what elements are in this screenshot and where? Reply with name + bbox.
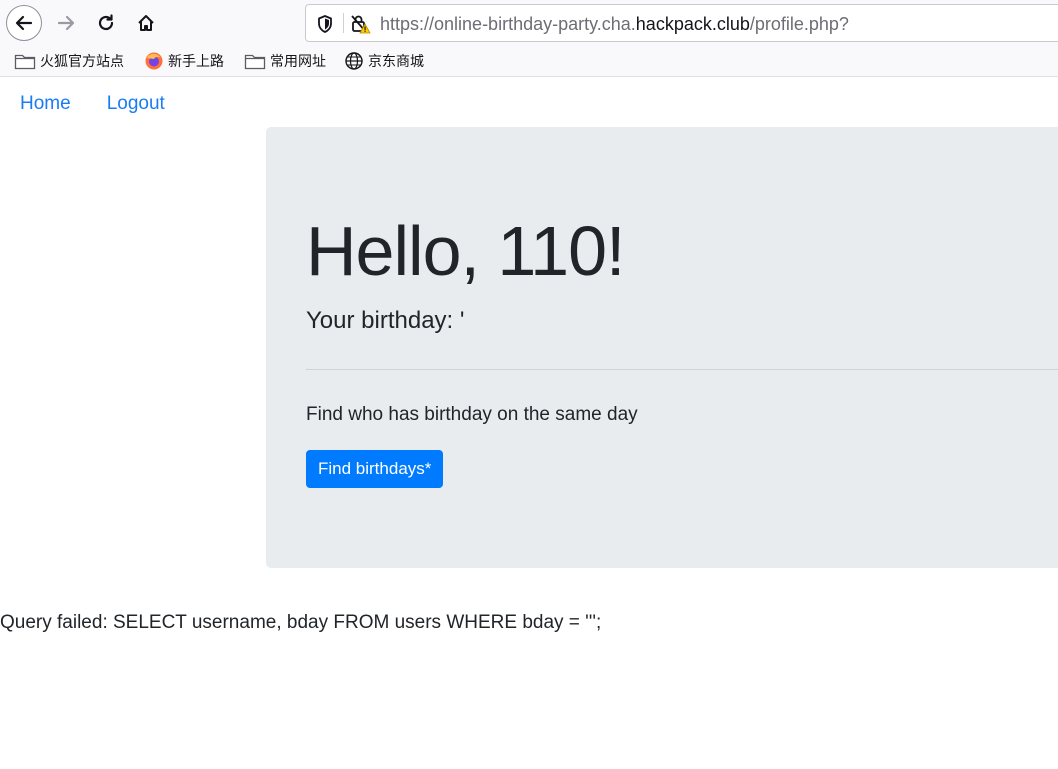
url-prefix: https://online-birthday-party.cha.: [380, 14, 636, 34]
bookmark-jd-mall[interactable]: 京东商城: [344, 51, 424, 71]
bookmark-label: 火狐官方站点: [40, 53, 124, 69]
bookmark-firefox-official[interactable]: 火狐官方站点: [14, 51, 124, 71]
url-suffix: /profile.php?: [749, 14, 849, 34]
back-arrow-icon: [15, 15, 33, 31]
page-content: Home Logout Hello, 110! Your birthday: ' …: [0, 77, 1058, 769]
home-button[interactable]: [128, 5, 164, 41]
top-nav: Home Logout: [20, 93, 201, 115]
url-domain: hackpack.club: [635, 14, 750, 34]
bookmarks-bar: 火狐官方站点 新手上路 常用网址 京东商城: [0, 46, 1058, 77]
firefox-icon: [145, 52, 163, 70]
bookmark-label: 京东商城: [368, 53, 424, 69]
greeting-heading: Hello, 110!: [306, 212, 625, 290]
back-button[interactable]: [6, 5, 42, 41]
bookmark-getting-started[interactable]: 新手上路: [144, 51, 224, 71]
bookmark-label: 新手上路: [168, 53, 224, 69]
divider: [306, 369, 1058, 370]
bookmark-common-sites[interactable]: 常用网址: [244, 51, 326, 71]
forward-arrow-icon: [57, 15, 75, 31]
home-link[interactable]: Home: [20, 93, 71, 114]
find-birthdays-button[interactable]: Find birthdays*: [306, 450, 444, 488]
globe-icon: [345, 52, 363, 70]
url-separator: [343, 13, 344, 33]
profile-jumbotron: Hello, 110! Your birthday: ' Find who ha…: [266, 127, 1058, 568]
insecure-lock-icon[interactable]: [350, 13, 372, 35]
url-text[interactable]: https://online-birthday-party.cha.hackpa…: [380, 14, 849, 35]
folder-icon: [14, 54, 36, 70]
find-description: Find who has birthday on the same day: [306, 404, 638, 425]
logout-link[interactable]: Logout: [107, 93, 165, 114]
shield-icon[interactable]: [316, 14, 334, 34]
reload-button[interactable]: [88, 5, 124, 41]
query-error-message: Query failed: SELECT username, bday FROM…: [0, 612, 602, 633]
home-icon: [138, 15, 154, 31]
reload-icon: [98, 14, 114, 31]
folder-icon: [244, 54, 266, 70]
address-bar[interactable]: https://online-birthday-party.cha.hackpa…: [305, 4, 1058, 42]
birthday-text: Your birthday: ': [306, 307, 465, 334]
browser-toolbar: https://online-birthday-party.cha.hackpa…: [0, 0, 1058, 46]
bookmark-label: 常用网址: [270, 53, 326, 69]
forward-button[interactable]: [48, 5, 84, 41]
